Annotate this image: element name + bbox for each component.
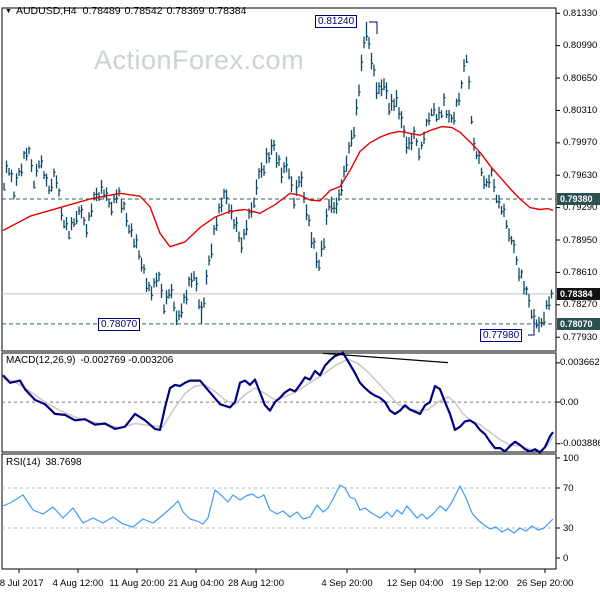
rsi-axis-tick-label[interactable]: 0 [563, 553, 568, 564]
price-axis-tick-label[interactable]: 0.79630 [563, 170, 597, 181]
macd-panel-title: MACD(12,26,9) -0.002769 -0.003206 [6, 355, 173, 366]
price-axis-tick-label[interactable]: 0.78950 [563, 235, 597, 246]
price-axis-tick-label[interactable]: 0.78270 [563, 299, 597, 310]
rsi-axis-tick-label[interactable]: 100 [563, 453, 579, 464]
macd-indicator-name: MACD(12,26,9) [6, 355, 76, 366]
price-axis-tick-label[interactable]: 0.80650 [563, 73, 597, 84]
price-axis-tag: 0.78070 [557, 317, 600, 330]
price-annotation-high[interactable]: 0.81240 [315, 15, 358, 28]
symbol-line: ▼ AUDUSD,H4 0.78489 0.78542 0.78369 0.78384 [5, 5, 251, 17]
time-axis-label[interactable]: 4 Aug 12:00 [53, 578, 104, 589]
macd-indicator-values: -0.002769 -0.003206 [80, 355, 174, 366]
rsi-axis-tick-label[interactable]: 70 [563, 483, 574, 494]
rsi-indicator-name: RSI(14) [6, 457, 41, 468]
price-axis-tick-label[interactable]: 0.79970 [563, 137, 597, 148]
quote-low: 0.78369 [166, 5, 205, 17]
time-axis-label[interactable]: 11 Aug 20:00 [109, 578, 164, 589]
macd-axis-tick-label[interactable]: 0.003662 [560, 357, 600, 368]
price-axis-tag: 0.79380 [557, 193, 600, 206]
trading-chart-window: ActionForex.com ▼ AUDUSD,H4 0.78489 0.78542… [0, 0, 600, 600]
price-annotation-low[interactable]: 0.77980 [480, 329, 523, 342]
rsi-panel-title: RSI(14) 38.7698 [6, 457, 82, 468]
macd-axis-tick-label[interactable]: -0.003886 [560, 438, 600, 449]
price-axis-tick-label[interactable]: 0.81330 [563, 8, 597, 19]
price-axis-tag: 0.78384 [557, 287, 600, 300]
quote-close: 0.78384 [208, 5, 247, 17]
quote-open: 0.78489 [82, 5, 121, 17]
price-axis-tick-label[interactable]: 0.78610 [563, 267, 597, 278]
time-axis-label[interactable]: 12 Sep 04:00 [387, 578, 444, 589]
macd-axis-tick-label[interactable]: 0.00 [560, 397, 579, 408]
time-axis-label[interactable]: 26 Sep 20:00 [517, 578, 574, 589]
symbol-dropdown-icon[interactable]: ▼ [5, 8, 12, 15]
time-axis-label[interactable]: 4 Sep 20:00 [321, 578, 372, 589]
price-annotation-support[interactable]: 0.78070 [98, 318, 141, 331]
price-axis-tick-label[interactable]: 0.80990 [563, 40, 597, 51]
time-axis-label[interactable]: 28 Aug 12:00 [228, 578, 284, 589]
symbol-label: AUDUSD,H4 [15, 5, 77, 17]
watermark: ActionForex.com [94, 45, 305, 75]
quote-high: 0.78542 [124, 5, 163, 17]
price-axis-tick-label[interactable]: 0.80310 [563, 105, 597, 116]
time-axis-label[interactable]: 21 Aug 04:00 [168, 578, 224, 589]
rsi-indicator-values: 38.7698 [45, 457, 82, 468]
rsi-axis-tick-label[interactable]: 30 [563, 523, 574, 534]
time-axis-label[interactable]: 28 Jul 2017 [0, 578, 44, 589]
price-axis-tick-label[interactable]: 0.77930 [563, 332, 597, 343]
time-axis-label[interactable]: 19 Sep 12:00 [452, 578, 509, 589]
chart-canvas[interactable] [0, 0, 600, 600]
